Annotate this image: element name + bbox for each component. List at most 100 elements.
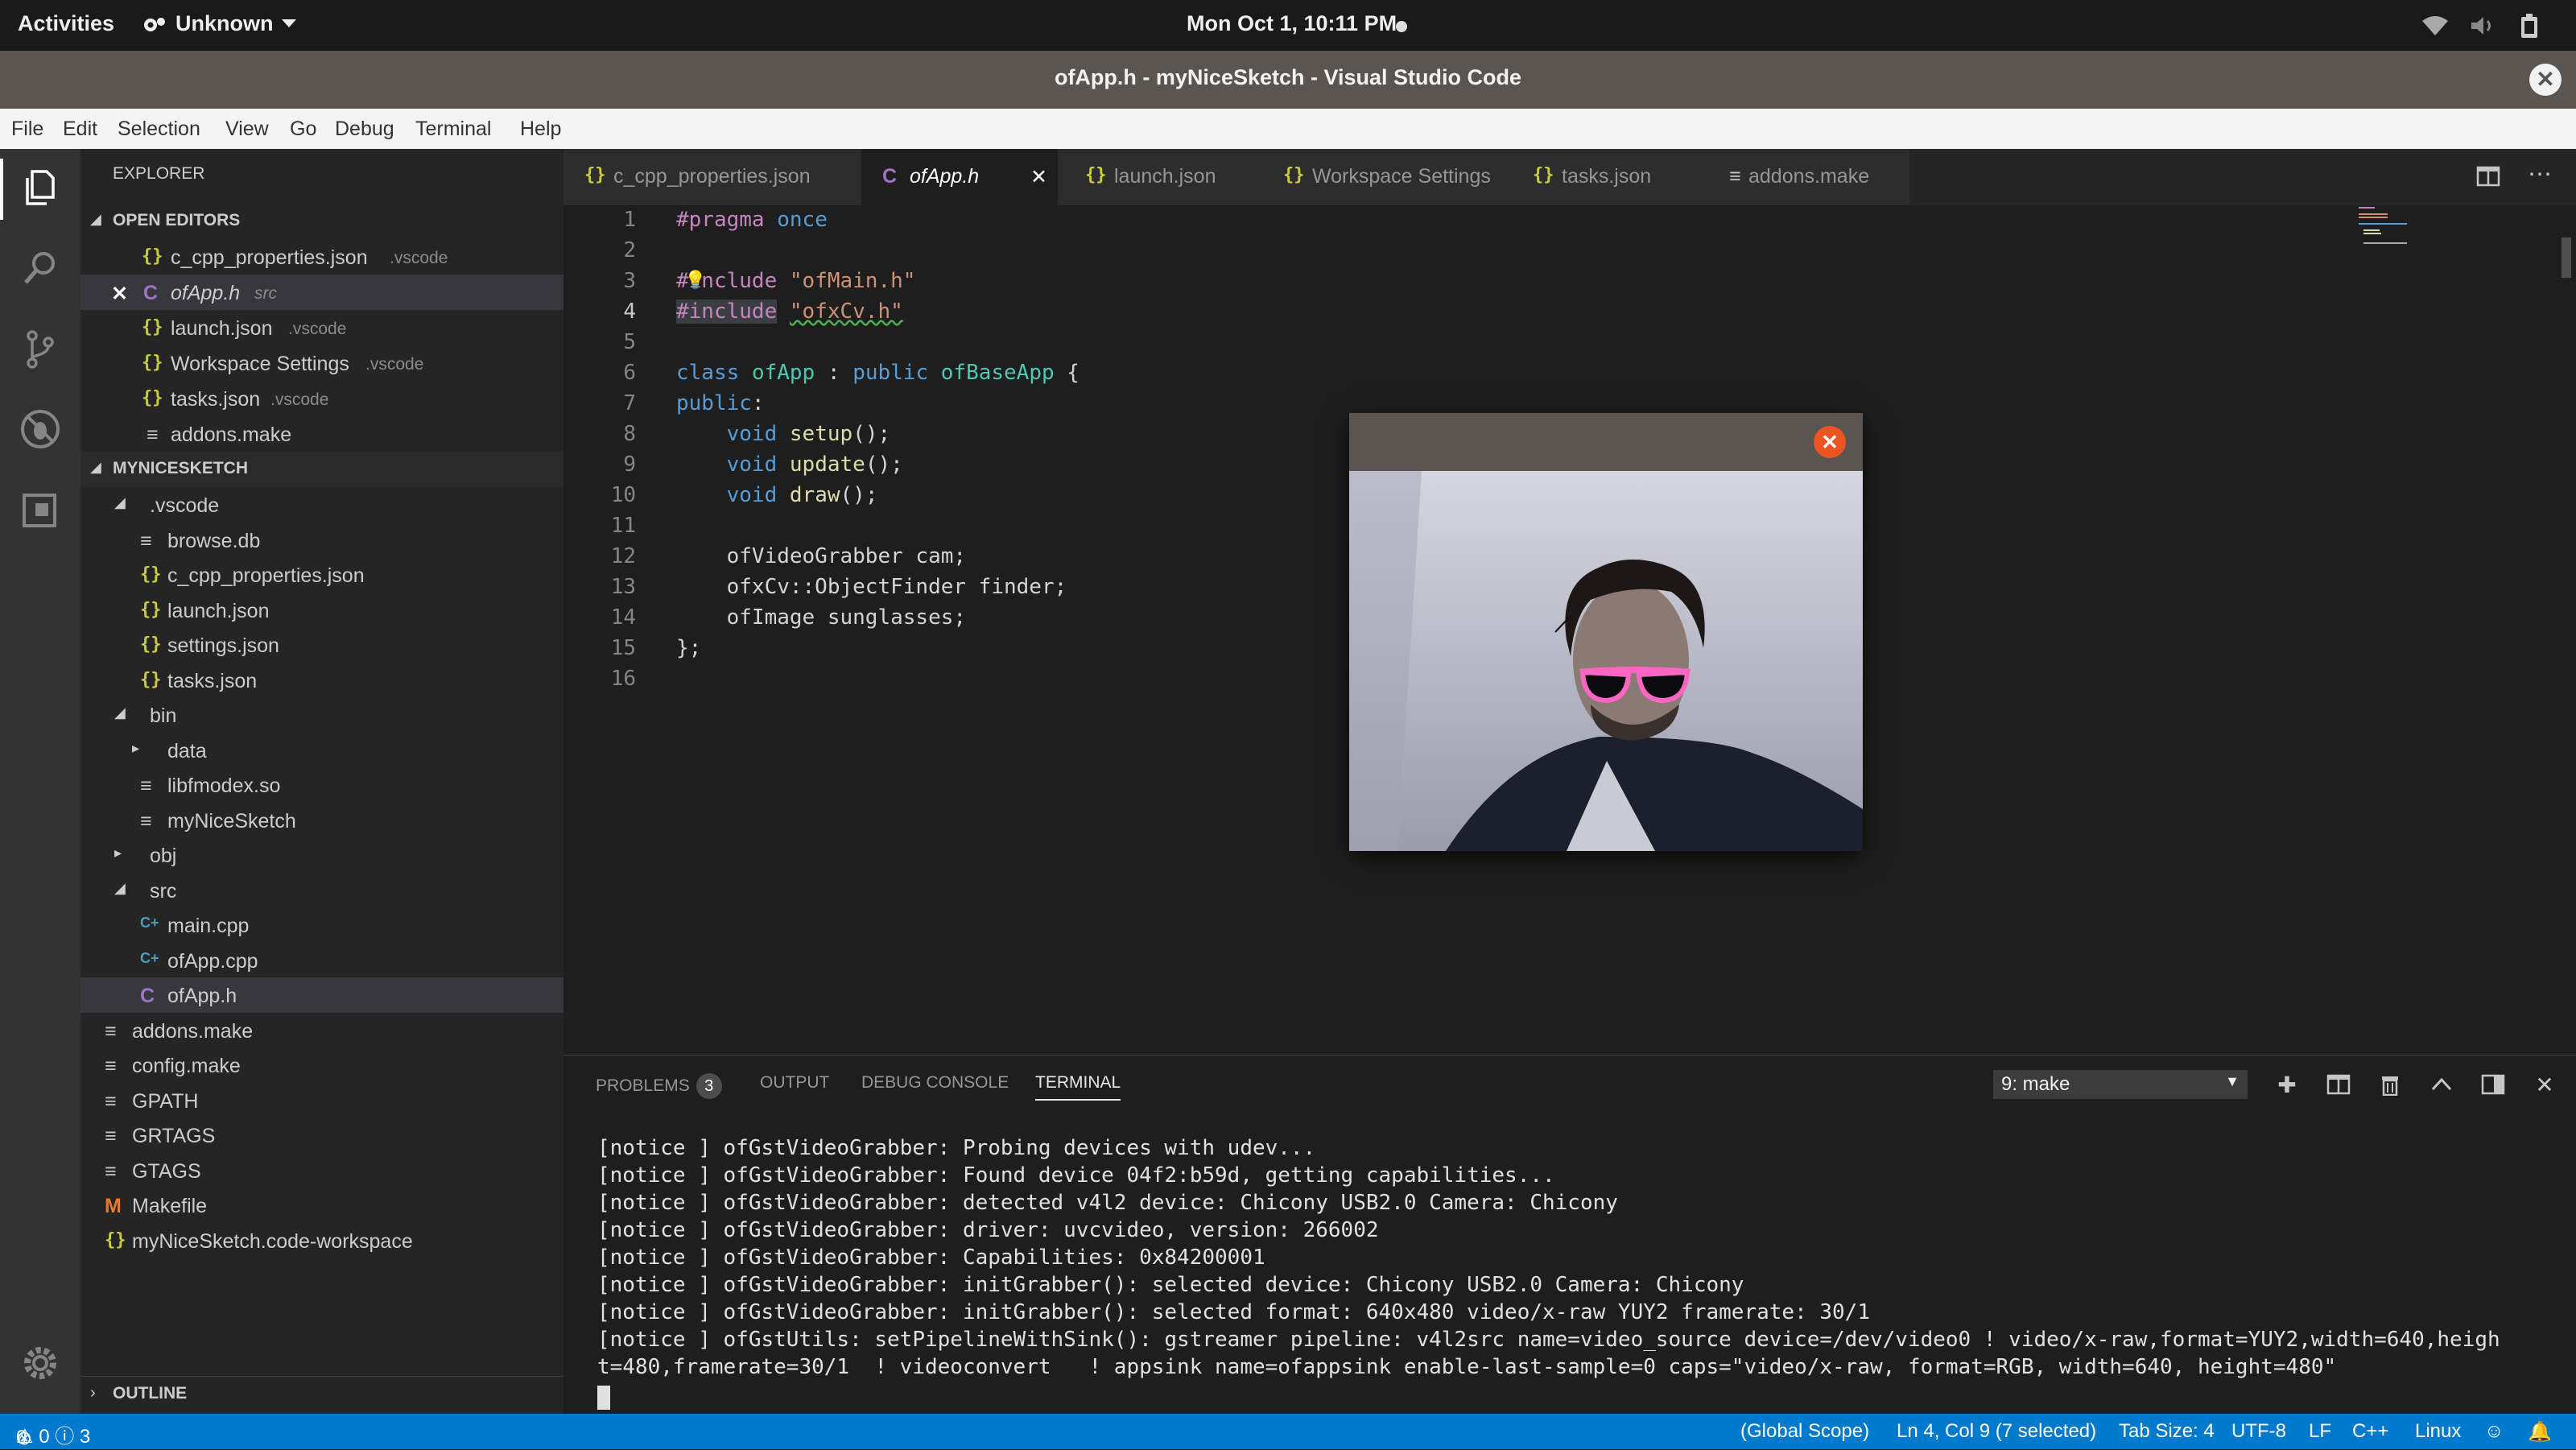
line-ending[interactable]: LF [2309,1420,2331,1443]
camera-window-title-bar[interactable]: ✕ [1349,413,1863,471]
editor-scrollbar[interactable] [2562,238,2571,278]
line-number: 6 [623,361,636,385]
tree-file[interactable]: ≡ GTAGS [80,1153,564,1188]
tree-file[interactable]: ≡ GRTAGS [80,1117,564,1153]
tab-addons-make[interactable]: ≡ addons.make [1702,149,1910,205]
close-icon[interactable]: ✕ [1030,165,1047,189]
tree-folder[interactable]: ▸ obj [80,837,564,873]
tab-size[interactable]: Tab Size: 4 [2119,1420,2215,1443]
tree-item-label: data [167,739,207,762]
new-terminal-icon[interactable]: ✚ [2275,1073,2299,1097]
tree-file[interactable]: CofApp.h [80,977,564,1013]
tree-file[interactable]: ≡ myNiceSketch [80,803,564,838]
debug-icon[interactable] [18,407,63,452]
problems-status[interactable]: ⊗ 0 ⚠ 0 ⓘ 3 [16,1420,90,1449]
open-editor-item[interactable]: {} Workspace Settings .vscode [80,345,564,381]
tree-file[interactable]: {} myNiceSketch.code-workspace [80,1223,564,1258]
tree-folder[interactable]: ◢ src [80,873,564,908]
tree-file[interactable]: ≡ GPATH [80,1083,564,1118]
gear-icon[interactable] [18,1341,63,1386]
split-editor-icon[interactable] [2476,165,2500,188]
open-editor-item[interactable]: {} c_cpp_properties.json .vscode [80,239,564,275]
battery-icon[interactable] [2520,13,2539,43]
app-menu[interactable]: Unknown [175,11,274,36]
source-control-icon[interactable] [18,326,63,371]
code-line: void draw(); [726,483,878,507]
clock[interactable]: Mon Oct 1, 10:11 PM [1187,11,1397,36]
tab-debug-console[interactable]: DEBUG CONSOLE [861,1073,1009,1093]
tree-file[interactable]: C+ main.cpp [80,907,564,943]
extensions-icon[interactable] [18,487,63,532]
tree-file[interactable]: ≡ addons.make [80,1013,564,1048]
tab-terminal[interactable]: TERMINAL [1035,1073,1121,1101]
split-terminal-icon[interactable] [2326,1073,2351,1097]
lightbulb-icon[interactable]: 💡 [684,270,706,291]
window-close-button[interactable]: ✕ [2529,64,2562,96]
menu-help[interactable]: Help [520,118,561,141]
menu-edit[interactable]: Edit [63,118,97,141]
trash-icon[interactable] [2378,1073,2402,1097]
menu-terminal[interactable]: Terminal [415,118,491,141]
tab-c-cpp-properties[interactable]: {} c_cpp_properties.json [564,149,862,205]
close-icon[interactable]: ✕ [2533,1073,2557,1097]
tree-file[interactable]: {} c_cpp_properties.json [80,557,564,593]
platform[interactable]: Linux [2415,1420,2461,1443]
volume-icon[interactable] [2470,14,2497,41]
tree-folder[interactable]: ▸ data [80,733,564,768]
cursor-position[interactable]: Ln 4, Col 9 (7 selected) [1897,1420,2096,1443]
code-line: public: [676,391,765,415]
tab-workspace-settings[interactable]: {} Workspace Settings [1259,149,1509,205]
tab-output[interactable]: OUTPUT [760,1073,829,1093]
open-editor-item[interactable]: ✕ C ofApp.h src [80,275,564,310]
open-editor-label: Workspace Settings [171,353,349,375]
maximize-panel-icon[interactable] [2429,1073,2454,1097]
wifi-icon[interactable] [2421,14,2449,41]
encoding[interactable]: UTF-8 [2231,1420,2286,1443]
open-editor-item[interactable]: {} launch.json .vscode [80,310,564,345]
open-editor-item[interactable]: ≡ addons.make [80,416,564,452]
tab-launch-json[interactable]: {} launch.json [1058,149,1260,205]
menu-go[interactable]: Go [290,118,316,141]
feedback-smiley-icon[interactable]: ☺ [2484,1420,2504,1443]
more-actions-icon[interactable]: ⋯ [2528,160,2552,188]
menu-file[interactable]: File [11,118,43,141]
tree-folder[interactable]: ◢ .vscode [80,487,564,523]
menu-selection[interactable]: Selection [118,118,200,141]
tree-file[interactable]: {} launch.json [80,593,564,628]
open-editor-item[interactable]: {} tasks.json .vscode [80,381,564,416]
terminal-select-dropdown[interactable]: 9: make ▼ [1993,1070,2248,1099]
explorer-icon[interactable] [18,165,63,210]
close-icon[interactable]: ✕ [111,282,128,306]
camera-app-window[interactable]: ✕ [1349,413,1863,851]
json-file-icon: {} [584,165,606,185]
toggle-panel-position-icon[interactable] [2481,1073,2505,1097]
tree-file[interactable]: C+ ofApp.cpp [80,943,564,978]
project-section-header[interactable]: ◢ MYNICESKETCH [80,452,564,487]
notifications-bell-icon[interactable]: 🔔 [2528,1420,2552,1444]
activities-button[interactable]: Activities [18,11,114,36]
tab-tasks-json[interactable]: {} tasks.json [1509,149,1703,205]
text-file-icon: ≡ [140,775,152,797]
menu-debug[interactable]: Debug [335,118,394,141]
tree-folder[interactable]: ◢ bin [80,697,564,733]
minimap[interactable] [2359,205,2415,254]
chevron-down-icon[interactable] [282,19,296,27]
outline-section-header[interactable]: › OUTLINE [80,1376,564,1412]
tree-file[interactable]: {} settings.json [80,627,564,663]
tree-file[interactable]: ≡ browse.db [80,523,564,558]
tree-file[interactable]: ≡ config.make [80,1047,564,1083]
menu-view[interactable]: View [225,118,269,141]
tab-ofapp-h[interactable]: C ofApp.h ✕ [861,149,1059,205]
language-mode[interactable]: C++ [2352,1420,2388,1443]
window-title-bar[interactable]: ofApp.h - myNiceSketch - Visual Studio C… [0,51,2576,109]
text-file-icon: ≡ [140,529,152,552]
camera-window-close-button[interactable]: ✕ [1814,426,1846,458]
tree-file[interactable]: M Makefile [80,1188,564,1223]
open-editors-section-header[interactable]: ◢ OPEN EDITORS [80,204,564,239]
search-icon[interactable] [18,246,63,291]
scope-indicator[interactable]: (Global Scope) [1740,1420,1869,1443]
tree-file[interactable]: {} tasks.json [80,663,564,698]
tree-file[interactable]: ≡ libfmodex.so [80,767,564,803]
tab-problems[interactable]: PROBLEMS 3 [596,1073,722,1099]
json-file-icon: {} [142,246,163,266]
